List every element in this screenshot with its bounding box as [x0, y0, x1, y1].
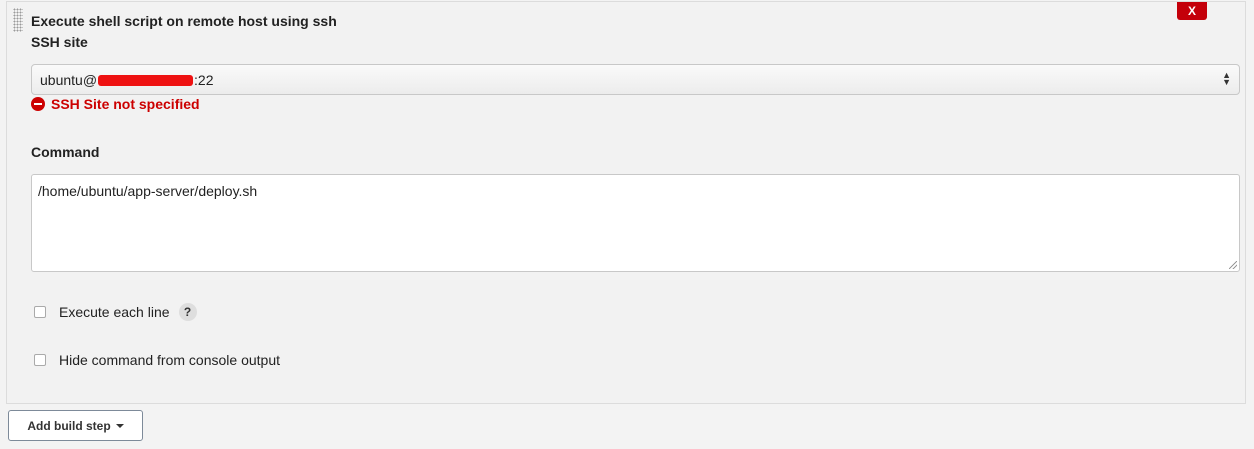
drag-handle-icon[interactable] [13, 8, 23, 32]
command-label: Command [31, 144, 100, 160]
execute-each-line-row: Execute each line ? [34, 303, 197, 321]
resize-grip-icon[interactable] [1229, 261, 1237, 269]
delete-step-button[interactable]: X [1177, 2, 1207, 20]
build-step-panel: Execute shell script on remote host usin… [6, 1, 1246, 404]
hide-command-label[interactable]: Hide command from console output [59, 352, 280, 368]
help-icon[interactable]: ? [178, 303, 197, 321]
command-textarea[interactable]: /home/ubuntu/app-server/deploy.sh [31, 174, 1240, 272]
ssh-site-label: SSH site [31, 34, 88, 50]
hide-command-checkbox[interactable] [34, 354, 46, 366]
caret-down-icon [115, 423, 124, 428]
command-text: /home/ubuntu/app-server/deploy.sh [38, 183, 258, 199]
ssh-site-error-text: SSH Site not specified [51, 96, 200, 112]
redacted-host [98, 74, 194, 86]
ssh-site-port: :22 [194, 72, 214, 88]
ssh-site-value: ubuntu@ :22 [40, 72, 214, 88]
execute-each-line-label[interactable]: Execute each line [59, 304, 170, 320]
ssh-site-error: SSH Site not specified [31, 96, 200, 112]
select-arrows-icon: ▲ ▼ [1222, 70, 1231, 87]
add-build-step-label: Add build step [27, 418, 111, 433]
add-build-step-button[interactable]: Add build step [8, 410, 143, 441]
ssh-site-user: ubuntu@ [40, 72, 98, 88]
execute-each-line-checkbox[interactable] [34, 306, 46, 318]
hide-command-row: Hide command from console output [34, 352, 280, 368]
ssh-site-select[interactable]: ubuntu@ :22 ▲ ▼ [31, 64, 1240, 95]
error-icon [31, 97, 45, 111]
step-title: Execute shell script on remote host usin… [31, 13, 337, 29]
